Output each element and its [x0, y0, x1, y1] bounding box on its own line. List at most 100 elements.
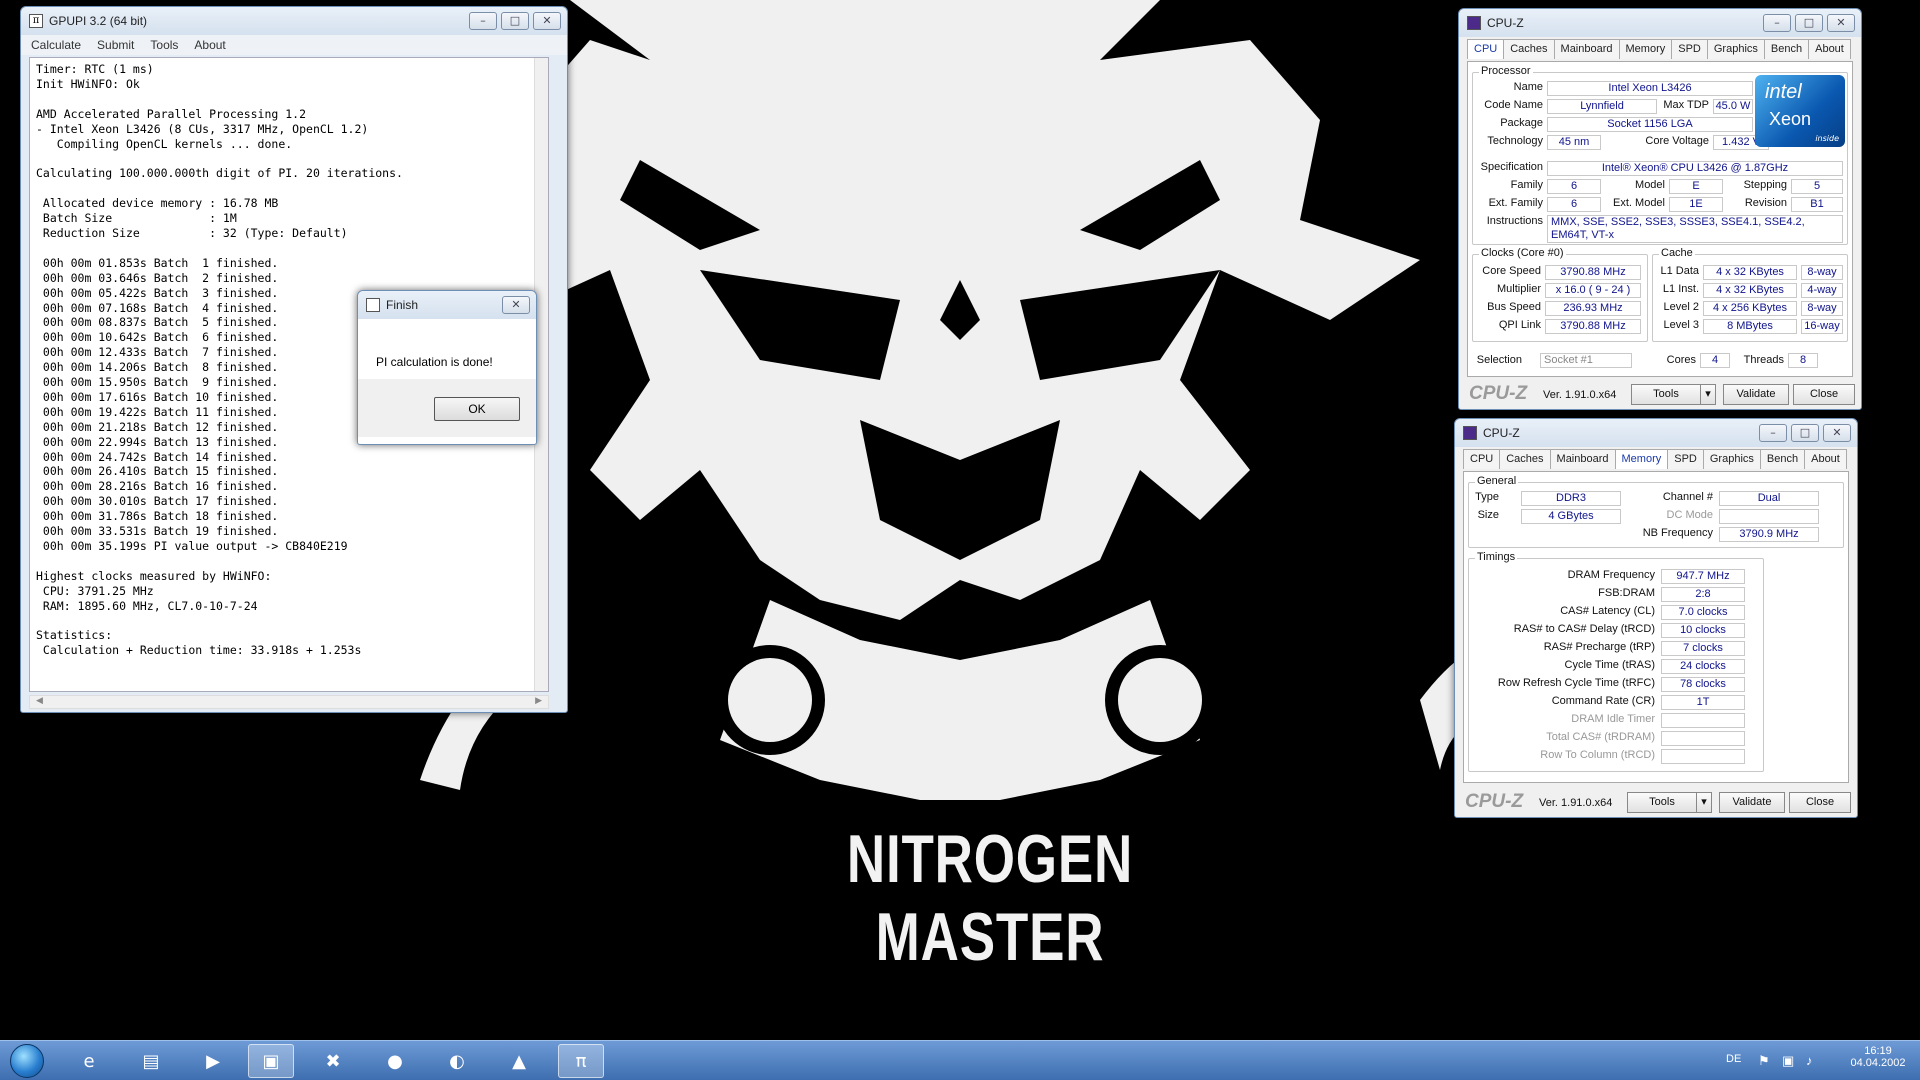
clocks-group: Clocks (Core #0) Core Speed 3790.88 MHz …: [1472, 247, 1648, 342]
close-button[interactable]: Close: [1789, 792, 1851, 813]
timing-label: Cycle Time (tRAS): [1564, 659, 1655, 671]
tab-bench[interactable]: Bench: [1763, 39, 1810, 59]
cpuz-cpu-window[interactable]: CPU-Z – □ ✕ CPU Caches Mainboard Memory …: [1458, 8, 1862, 410]
menu-calculate[interactable]: Calculate: [31, 38, 81, 52]
timing-label: Total CAS# (tRDRAM): [1546, 731, 1655, 743]
close-button[interactable]: Close: [1793, 384, 1855, 405]
tab-cpu[interactable]: CPU: [1467, 39, 1505, 59]
close-button[interactable]: ✕: [1823, 424, 1851, 442]
tab-memory[interactable]: Memory: [1618, 39, 1673, 59]
hwinfo-icon[interactable]: ✖: [310, 1044, 356, 1078]
wallpaper-title: NITROGEN MASTER: [846, 821, 1134, 975]
cores-label: Cores: [1666, 354, 1696, 366]
finish-dialog[interactable]: Finish ✕ PI calculation is done! OK: [357, 290, 537, 445]
minimize-button[interactable]: –: [469, 12, 497, 30]
tab-mainboard[interactable]: Mainboard: [1549, 449, 1616, 469]
tab-about[interactable]: About: [1804, 449, 1847, 469]
dialog-titlebar[interactable]: Finish ✕: [358, 291, 536, 319]
cpuz-titlebar[interactable]: CPU-Z – □ ✕: [1459, 9, 1861, 37]
tab-bench[interactable]: Bench: [1759, 449, 1806, 469]
close-button[interactable]: ✕: [1827, 14, 1855, 32]
cpuz-taskbar-icon[interactable]: ▣: [248, 1044, 294, 1078]
processor-label: Processor: [1479, 65, 1533, 77]
cores-value: 4: [1700, 353, 1730, 368]
start-button[interactable]: [10, 1044, 44, 1078]
media-player-icon[interactable]: ▶: [190, 1044, 236, 1078]
tab-spd[interactable]: SPD: [1671, 39, 1708, 59]
validate-button[interactable]: Validate: [1719, 792, 1785, 813]
timing-label: FSB:DRAM: [1598, 587, 1655, 599]
tab-spd[interactable]: SPD: [1667, 449, 1704, 469]
tab-about[interactable]: About: [1808, 39, 1851, 59]
tools-dropdown-icon[interactable]: ▾: [1696, 792, 1712, 813]
timing-label: CAS# Latency (CL): [1560, 605, 1655, 617]
maxtdp-label: Max TDP: [1663, 99, 1709, 111]
internet-explorer-icon[interactable]: e: [66, 1044, 112, 1078]
minimize-button[interactable]: –: [1763, 14, 1791, 32]
menu-about[interactable]: About: [194, 38, 225, 52]
name-label: Name: [1513, 81, 1543, 93]
maximize-button[interactable]: □: [1791, 424, 1819, 442]
menu-submit[interactable]: Submit: [97, 38, 134, 52]
tab-memory[interactable]: Memory: [1614, 449, 1669, 469]
minimize-button[interactable]: –: [1759, 424, 1787, 442]
dark-orb-icon[interactable]: ◐: [434, 1044, 480, 1078]
maximize-button[interactable]: □: [501, 12, 529, 30]
flag-icon[interactable]: ⚑: [1758, 1053, 1770, 1069]
cpuz-memory-window[interactable]: CPU-Z – □ ✕ CPU Caches Mainboard Memory …: [1454, 418, 1858, 818]
logo-line: Xeon: [1769, 109, 1812, 129]
timing-value: 947.7 MHz: [1661, 569, 1745, 584]
tab-graphics[interactable]: Graphics: [1702, 449, 1761, 469]
cache-row-way: 8-way: [1801, 301, 1843, 316]
maxtdp-value: 45.0 W: [1713, 99, 1753, 114]
tab-mainboard[interactable]: Mainboard: [1553, 39, 1620, 59]
multiplier-label: Multiplier: [1496, 283, 1541, 295]
maximize-button[interactable]: □: [1795, 14, 1823, 32]
instructions-value: MMX, SSE, SSE2, SSE3, SSSE3, SSE4.1, SSE…: [1547, 215, 1843, 243]
nbfreq-label: NB Frequency: [1642, 527, 1713, 539]
file-explorer-icon[interactable]: ▤: [128, 1044, 174, 1078]
corespeed-value: 3790.88 MHz: [1545, 265, 1641, 280]
tab-caches[interactable]: Caches: [1503, 39, 1555, 59]
tools-button[interactable]: Tools: [1627, 792, 1697, 813]
corespeed-label: Core Speed: [1482, 265, 1541, 277]
tab-cpu[interactable]: CPU: [1463, 449, 1501, 469]
tab-caches[interactable]: Caches: [1499, 449, 1551, 469]
blue-orb-icon[interactable]: ●: [372, 1044, 418, 1078]
scroll-left-icon[interactable]: ◀: [36, 696, 43, 708]
dialog-message: PI calculation is done!: [358, 319, 536, 379]
scroll-right-icon[interactable]: ▶: [535, 696, 542, 708]
clock[interactable]: 16:19 04.04.2002: [1850, 1045, 1906, 1069]
package-label: Package: [1500, 117, 1543, 129]
timing-value: 24 clocks: [1661, 659, 1745, 674]
logo-brand: intel: [1765, 81, 1802, 103]
cache-row-name: Level 2: [1663, 301, 1699, 313]
cpu-panel: Processor Name Intel Xeon L3426 Code Nam…: [1467, 61, 1853, 377]
menu-bar: Calculate Submit Tools About: [21, 35, 567, 55]
tank-icon[interactable]: ▲: [496, 1044, 542, 1078]
cache-row-name: L1 Inst.: [1662, 283, 1699, 295]
horizontal-scrollbar[interactable]: ◀ ▶: [29, 695, 549, 709]
busspeed-value: 236.93 MHz: [1545, 301, 1641, 316]
general-label: General: [1475, 475, 1519, 487]
tab-graphics[interactable]: Graphics: [1706, 39, 1765, 59]
close-button[interactable]: ✕: [533, 12, 561, 30]
socket-select[interactable]: Socket #1: [1540, 353, 1632, 368]
gpupi-taskbar-icon[interactable]: π: [558, 1044, 604, 1078]
volume-icon[interactable]: ♪: [1806, 1053, 1813, 1068]
dialog-close-button[interactable]: ✕: [502, 296, 530, 314]
menu-tools[interactable]: Tools: [150, 38, 178, 52]
tools-dropdown-icon[interactable]: ▾: [1700, 384, 1716, 405]
extfamily-label: Ext. Family: [1488, 197, 1543, 209]
validate-button[interactable]: Validate: [1723, 384, 1789, 405]
family-label: Family: [1510, 179, 1543, 191]
cache-row-size: 4 x 32 KBytes: [1703, 283, 1797, 298]
tools-button[interactable]: Tools: [1631, 384, 1701, 405]
gpupi-titlebar[interactable]: π GPUPI 3.2 (64 bit) – □ ✕: [21, 7, 567, 35]
spec-value: Intel® Xeon® CPU L3426 @ 1.87GHz: [1547, 161, 1843, 176]
selection-label: Selection: [1476, 354, 1522, 366]
language-indicator[interactable]: DE: [1726, 1053, 1741, 1065]
ok-button[interactable]: OK: [434, 397, 520, 421]
cpuz-titlebar[interactable]: CPU-Z – □ ✕: [1455, 419, 1857, 447]
network-icon[interactable]: ▣: [1782, 1053, 1794, 1069]
